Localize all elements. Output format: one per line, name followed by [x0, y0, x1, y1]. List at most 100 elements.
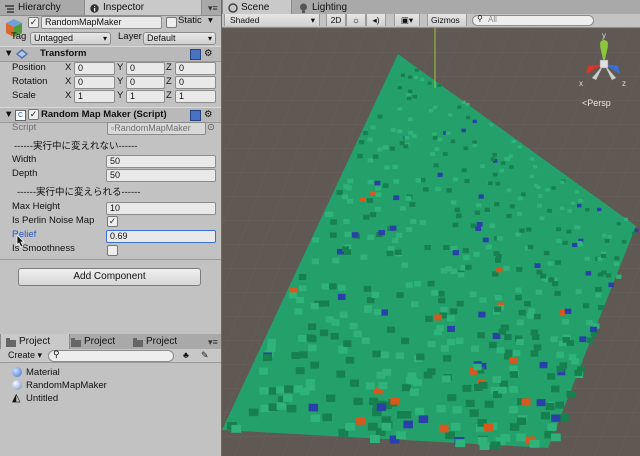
terrain-block: [447, 339, 455, 346]
perlin-checkbox[interactable]: ✓: [107, 216, 118, 227]
static-checkbox[interactable]: [166, 17, 177, 28]
terrain-block: [440, 306, 448, 313]
maxheight-field[interactable]: 10: [106, 202, 216, 215]
tag-dropdown[interactable]: Untagged: [30, 32, 111, 45]
active-checkbox[interactable]: ✓: [28, 17, 39, 28]
terrain-block: [450, 423, 461, 431]
terrain-block: [433, 163, 439, 168]
terrain-block: [545, 403, 555, 411]
smoothness-checkbox[interactable]: [107, 245, 118, 256]
terrain-block: [423, 187, 429, 192]
shading-mode-dropdown[interactable]: Shaded ▾: [224, 14, 320, 26]
terrain-block: [423, 371, 433, 379]
persp-label[interactable]: <Persp: [582, 98, 611, 108]
panel-menu-icon[interactable]: ▾≡: [208, 3, 218, 14]
tab-project-1[interactable]: Project: [0, 334, 70, 349]
script-enabled-checkbox[interactable]: ✓: [28, 109, 39, 120]
terrain-block: [577, 242, 583, 247]
tab-project-3[interactable]: Project: [128, 334, 192, 349]
list-item[interactable]: Material: [12, 366, 212, 379]
terrain-block: [496, 267, 503, 273]
object-picker-icon[interactable]: ⊙: [207, 121, 215, 135]
depth-field[interactable]: 50: [106, 169, 216, 182]
position-z-field[interactable]: 0: [175, 62, 216, 75]
settings-gear-icon[interactable]: ⚙: [204, 108, 213, 122]
tab-lighting[interactable]: Lighting: [294, 0, 374, 15]
terrain-block: [495, 181, 501, 186]
orientation-gizmo[interactable]: y x z <Persp: [574, 31, 634, 114]
settings-gear-icon[interactable]: ⚙: [204, 47, 213, 61]
terrain-block: [399, 206, 406, 211]
terrain-block: [614, 256, 620, 261]
position-y-field[interactable]: 0: [126, 62, 165, 75]
tab-hierarchy[interactable]: Hierarchy: [0, 0, 84, 15]
scale-y-field[interactable]: 1: [126, 90, 165, 103]
terrain-block: [283, 394, 293, 402]
script-asset-icon: [12, 380, 22, 390]
list-item[interactable]: ◭ Untitled: [12, 392, 212, 405]
terrain-block: [343, 340, 352, 347]
terrain-block: [390, 225, 397, 231]
terrain-block: [452, 250, 459, 256]
list-item[interactable]: RandomMapMaker: [12, 379, 212, 392]
tab-project-2[interactable]: Project: [66, 334, 130, 349]
terrain-block: [585, 208, 590, 212]
scene-lighting-toggle-icon[interactable]: ☼: [346, 14, 366, 26]
filter-type-icon[interactable]: ♣: [183, 349, 189, 362]
terrain-block: [511, 139, 516, 143]
effects-toggle-icon[interactable]: ▣▾: [394, 14, 420, 26]
terrain-block: [428, 109, 434, 113]
terrain-block: [587, 337, 594, 343]
terrain-block: [407, 96, 412, 101]
add-component-button[interactable]: Add Component: [18, 268, 201, 286]
create-dropdown[interactable]: Create ▾: [8, 349, 42, 362]
audio-toggle-icon[interactable]: ◂): [366, 14, 386, 26]
rotation-z-field[interactable]: 0: [175, 76, 216, 89]
help-book-icon[interactable]: [190, 49, 201, 60]
terrain-block: [440, 268, 448, 274]
rotation-row: Rotation X 0 Y 0 Z 0: [0, 75, 221, 89]
terrain-block: [550, 336, 558, 343]
scale-z-field[interactable]: 1: [175, 90, 216, 103]
foldout-arrow-icon[interactable]: ▼: [4, 47, 13, 61]
transform-header[interactable]: ▼ Transform ⚙: [0, 46, 221, 62]
relief-field[interactable]: 0.69: [106, 230, 216, 243]
axis-y-label: Y: [117, 62, 124, 73]
foldout-arrow-icon[interactable]: ▼: [4, 108, 13, 122]
terrain-block: [484, 400, 494, 408]
rotation-x-field[interactable]: 0: [74, 76, 115, 89]
terrain-block: [509, 204, 515, 209]
gizmos-dropdown[interactable]: Gizmos ▾: [427, 14, 467, 37]
terrain-block: [364, 306, 372, 313]
depth-label: Depth: [12, 168, 38, 179]
filter-label-icon[interactable]: ✎: [201, 349, 209, 362]
terrain-block: [604, 239, 610, 243]
terrain-block: [559, 206, 565, 211]
position-x-field[interactable]: 0: [74, 62, 115, 75]
terrain-block: [455, 439, 466, 448]
scale-x-field[interactable]: 1: [74, 90, 115, 103]
project-search-input[interactable]: ⚲: [48, 349, 174, 362]
panel-menu-icon[interactable]: ▾≡: [208, 337, 218, 348]
terrain-block: [539, 361, 548, 369]
terrain-block: [516, 267, 523, 272]
terrain-block: [394, 249, 402, 255]
terrain-block: [455, 337, 464, 344]
terrain-block: [345, 185, 352, 191]
toggle-2d-button[interactable]: 2D: [326, 14, 346, 26]
rotation-y-field[interactable]: 0: [126, 76, 165, 89]
width-field[interactable]: 50: [106, 155, 216, 168]
terrain-block: [403, 420, 413, 429]
tab-inspector[interactable]: Inspector: [84, 0, 202, 15]
terrain-block: [517, 145, 522, 149]
terrain-block: [425, 315, 433, 322]
terrain-block: [601, 270, 607, 275]
layer-dropdown[interactable]: Default: [143, 32, 216, 45]
tab-scene[interactable]: Scene: [222, 0, 292, 15]
object-name-field[interactable]: RandomMapMaker: [41, 16, 162, 29]
static-dropdown-arrow[interactable]: ▾: [208, 14, 213, 28]
terrain-block: [494, 306, 502, 313]
tab-lighting-label: Lighting: [312, 2, 348, 13]
scene-search-input[interactable]: ⚲ All: [472, 14, 594, 26]
help-book-icon[interactable]: [190, 110, 201, 121]
